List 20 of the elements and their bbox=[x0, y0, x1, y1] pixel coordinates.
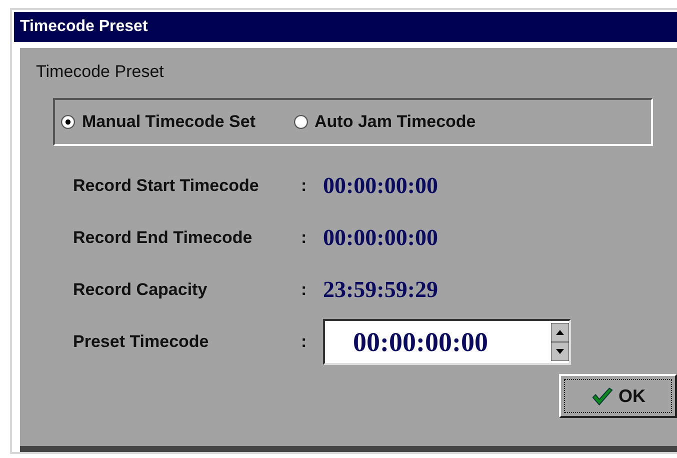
colon: : bbox=[301, 280, 308, 300]
timecode-value: 00:00:00:00 bbox=[323, 225, 438, 251]
timecode-value: 00:00:00:00 bbox=[323, 173, 438, 199]
window-title: Timecode Preset bbox=[20, 18, 148, 36]
colon: : bbox=[301, 228, 308, 248]
readout-label: Record Capacity bbox=[73, 280, 208, 300]
readout-label: Record End Timecode bbox=[73, 228, 254, 248]
section-title: Timecode Preset bbox=[36, 62, 164, 82]
colon: : bbox=[301, 332, 308, 352]
mode-radio[interactable]: Manual Timecode Set bbox=[61, 112, 256, 132]
spin-up-icon[interactable] bbox=[551, 323, 569, 342]
timecode-value: 23:59:59:29 bbox=[323, 277, 438, 303]
mode-radio[interactable]: Auto Jam Timecode bbox=[294, 112, 476, 132]
preset-label: Preset Timecode bbox=[73, 332, 210, 352]
preset-timecode-field[interactable]: 00:00:00:00 bbox=[323, 319, 571, 365]
spin-down-icon[interactable] bbox=[551, 342, 569, 361]
readout-label: Record Start Timecode bbox=[73, 176, 260, 196]
colon: : bbox=[301, 176, 308, 196]
ok-button[interactable]: OK bbox=[559, 374, 677, 418]
checkmark-icon bbox=[590, 386, 612, 406]
